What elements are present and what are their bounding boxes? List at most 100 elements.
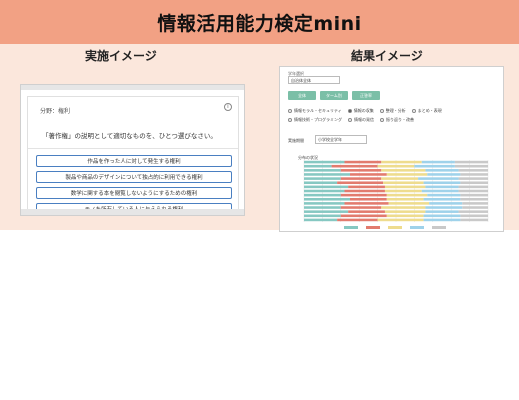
- section-label-implementation: 実施イメージ: [85, 49, 157, 63]
- bar-segment: [460, 181, 488, 185]
- radio-dot: [347, 109, 352, 113]
- bar-segment: [348, 185, 385, 189]
- bar-segment: [423, 181, 461, 185]
- bar-segment: [304, 185, 349, 189]
- bar-segment: [304, 181, 338, 185]
- question-prompt: 「著作権」の説明として適切なものを、ひとつ選びなさい。: [42, 132, 217, 140]
- bar-segment: [427, 173, 461, 176]
- view-button-overall[interactable]: 全体: [288, 91, 316, 100]
- results-screenshot: 学年選択 自治体全体 全体 ターム別 正答率 情報モラル・セキュリティ 情報の収…: [279, 66, 504, 232]
- bar-segment: [381, 169, 426, 172]
- bar-segment: [386, 197, 424, 201]
- view-button-term[interactable]: ターム別: [320, 91, 348, 100]
- bar-segment: [304, 210, 349, 213]
- radio-label: 情報の発信: [354, 117, 374, 122]
- bar-segment: [460, 214, 488, 218]
- bar-segment: [304, 169, 341, 172]
- page: 情報活用能力検定mini 実施イメージ 結果イメージ 分野：権利 i 「著作権」…: [0, 0, 519, 400]
- bar-segment: [340, 169, 382, 172]
- bar-segment: [344, 189, 385, 193]
- bar-segment: [425, 206, 463, 209]
- radio-label: 情報の収集: [353, 108, 374, 113]
- radio-option[interactable]: まとめ・表現: [411, 108, 442, 114]
- grade-select[interactable]: 自治体全体: [288, 76, 340, 84]
- radio-option[interactable]: 情報モラル・セキュリティ: [288, 108, 342, 114]
- bar-segment: [384, 210, 426, 213]
- radio-dot: [380, 118, 384, 122]
- bar-segment: [388, 202, 430, 205]
- bar-segment: [460, 218, 488, 222]
- bar-segment: [304, 189, 345, 193]
- legend-swatch: [366, 226, 380, 229]
- bar-segment: [304, 160, 345, 164]
- bar-segment: [460, 193, 488, 197]
- banner-title: 情報活用能力検定mini: [157, 12, 362, 35]
- bar-segment: [423, 214, 461, 218]
- bar-segment: [337, 181, 384, 185]
- bar-segment: [414, 164, 455, 168]
- bar-segment: [304, 164, 332, 168]
- bar-segment: [381, 160, 422, 164]
- bar-segment: [386, 173, 428, 176]
- view-button-accuracy[interactable]: 正答率: [352, 91, 380, 100]
- bar-segment: [304, 177, 341, 180]
- bar-segment: [460, 173, 488, 176]
- view-buttons: 全体 ターム別 正答率: [288, 91, 380, 100]
- title-banner: 情報活用能力検定mini: [0, 0, 519, 44]
- radio-option[interactable]: 情報技術・プログラミング: [288, 117, 342, 123]
- bar-segment: [304, 218, 338, 222]
- radio-row: 情報モラル・セキュリティ 情報の収集 整理・分析 まとめ・表現: [288, 108, 498, 114]
- bar-segment: [377, 164, 415, 168]
- divider: [28, 148, 238, 149]
- period-select[interactable]: 小学校全学年: [315, 135, 367, 144]
- bar-segment: [337, 218, 378, 222]
- bar-segment: [458, 210, 488, 213]
- window-top-bar: [21, 85, 244, 90]
- legend-swatch: [344, 226, 358, 229]
- bar-segment: [340, 193, 387, 197]
- bar-segment: [423, 218, 461, 222]
- bar-segment: [425, 210, 459, 213]
- radio-row: 情報技術・プログラミング 情報の発信 振り返り・改善: [288, 117, 498, 123]
- bar-segment: [304, 202, 345, 205]
- info-icon[interactable]: i: [224, 103, 232, 111]
- stacked-bar-chart: [303, 160, 489, 229]
- bar-segment: [458, 185, 488, 189]
- bar-segment: [304, 206, 341, 209]
- legend-swatch: [432, 226, 446, 229]
- bar-segment: [421, 160, 455, 164]
- bar-segment: [462, 202, 488, 205]
- radio-label: まとめ・表現: [417, 108, 442, 113]
- radio-dot: [288, 118, 292, 122]
- bar-segment: [348, 210, 385, 213]
- radio-option[interactable]: 整理・分析: [379, 108, 406, 114]
- bar-segment: [383, 181, 424, 185]
- radio-option[interactable]: 情報の収集: [347, 108, 374, 114]
- bar-segment: [304, 197, 350, 201]
- radio-label: 情報モラル・セキュリティ: [294, 108, 342, 113]
- choice-button[interactable]: 製品や商品のデザインについて独占的に利用できる権利: [36, 171, 232, 183]
- bar-segment: [425, 185, 459, 189]
- radio-dot: [348, 118, 352, 122]
- radio-label: 振り返り・改善: [386, 117, 414, 122]
- window-bottom-bar: [21, 209, 244, 215]
- category-radios: 情報モラル・セキュリティ 情報の収集 整理・分析 まとめ・表現 情報技術・プログ…: [288, 108, 498, 126]
- choice-button[interactable]: 数学に関する本を閲覧しないようにするための権利: [36, 187, 232, 199]
- bar-segment: [340, 177, 382, 180]
- bar-segment: [340, 206, 382, 209]
- bar-segment: [386, 214, 424, 218]
- radio-option[interactable]: 情報の発信: [348, 117, 374, 123]
- radio-option[interactable]: 振り返り・改善: [380, 117, 414, 123]
- bar-segment: [384, 185, 426, 189]
- bar-segment: [427, 193, 461, 197]
- bar-segment: [377, 218, 424, 222]
- bar-segment: [304, 173, 350, 176]
- radio-dot: [288, 109, 292, 113]
- radio-dot: [379, 109, 384, 113]
- choice-button[interactable]: 作品を作った人に対して発生する権利: [36, 155, 232, 167]
- radio-label: 整理・分析: [385, 108, 406, 113]
- bar-segment: [350, 197, 387, 201]
- legend-swatch: [388, 226, 402, 229]
- bar-segment: [344, 202, 389, 205]
- bar-segment: [331, 164, 378, 168]
